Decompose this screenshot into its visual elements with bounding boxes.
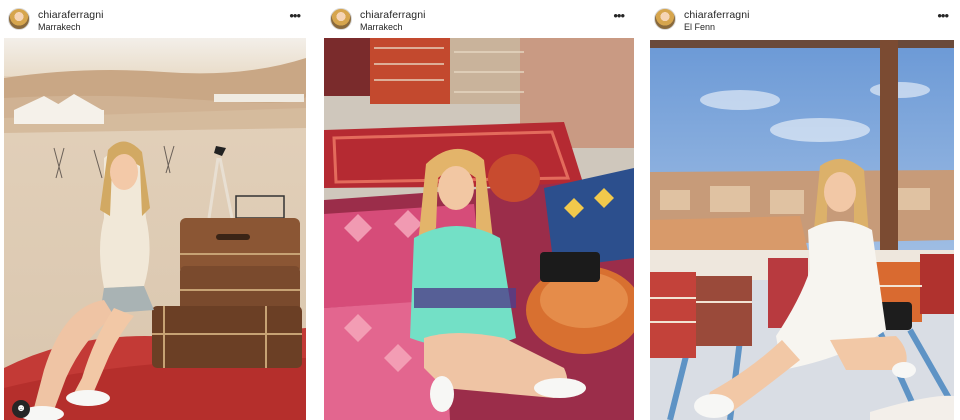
more-options-icon[interactable]: •••	[289, 9, 301, 22]
avatar[interactable]	[8, 8, 30, 30]
location-link[interactable]: El Fenn	[684, 22, 715, 32]
instagram-post-2: chiaraferragni Marrakech •••	[322, 0, 636, 420]
avatar[interactable]	[654, 8, 676, 30]
post-header: chiaraferragni Marrakech •••	[0, 0, 312, 38]
username-link[interactable]: chiaraferragni	[38, 9, 104, 21]
instagram-post-3: chiaraferragni El Fenn •••	[646, 0, 960, 420]
username-link[interactable]: chiaraferragni	[360, 9, 426, 21]
post-header: chiaraferragni Marrakech •••	[322, 0, 636, 38]
location-link[interactable]: Marrakech	[38, 22, 81, 32]
rug-photo-illustration	[324, 38, 634, 420]
user-tag-icon[interactable]: ☻	[12, 400, 30, 418]
desert-photo-illustration	[4, 38, 306, 420]
post-header: chiaraferragni El Fenn •••	[646, 0, 960, 38]
instagram-post-1: chiaraferragni Marrakech ••• ☻	[0, 0, 312, 420]
location-link[interactable]: Marrakech	[360, 22, 403, 32]
post-photo[interactable]	[324, 38, 634, 420]
post-photo[interactable]	[4, 38, 306, 420]
more-options-icon[interactable]: •••	[937, 9, 949, 22]
avatar[interactable]	[330, 8, 352, 30]
rooftop-photo-illustration	[650, 40, 954, 420]
username-link[interactable]: chiaraferragni	[684, 9, 750, 21]
post-photo[interactable]	[650, 40, 954, 420]
more-options-icon[interactable]: •••	[613, 9, 625, 22]
